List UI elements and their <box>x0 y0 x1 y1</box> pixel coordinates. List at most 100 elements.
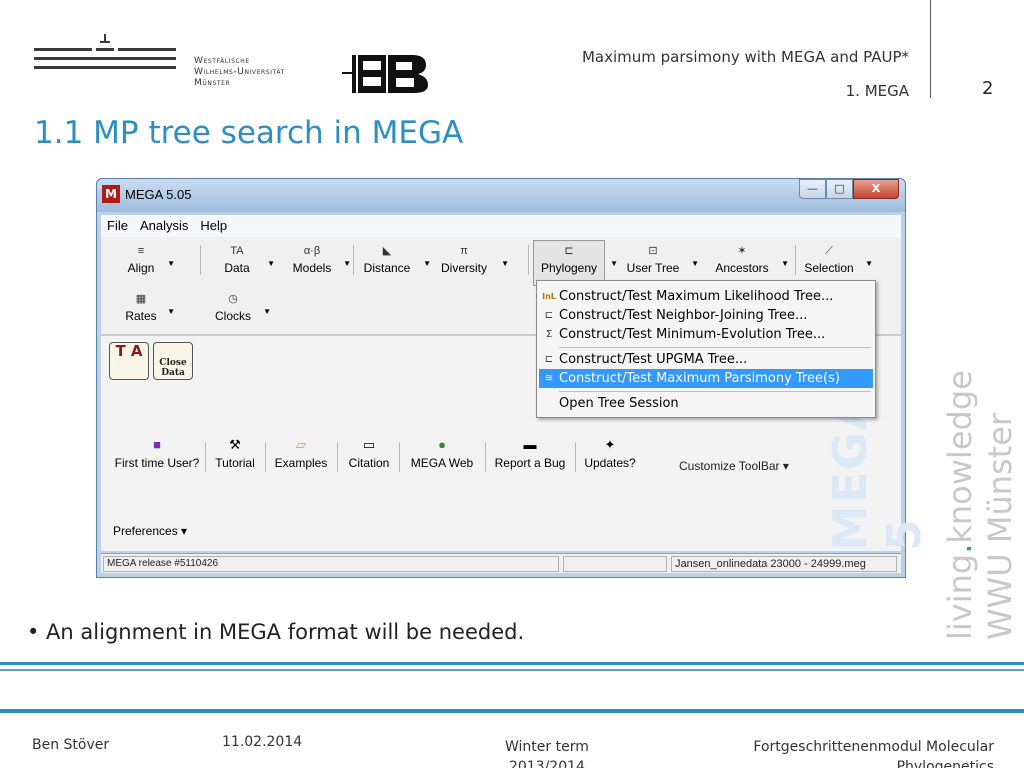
brand-wwu: WWU Münster <box>981 412 1019 640</box>
models-icon: α·β <box>303 245 321 257</box>
status-bar: MEGA release #5110426 Jansen_onlinedata … <box>101 553 901 573</box>
ieb-logo <box>342 51 428 97</box>
report-bug-button[interactable]: ▬ Report a Bug <box>489 434 571 470</box>
citation-button[interactable]: ▭ Citation <box>343 434 395 470</box>
university-emblem-icon <box>34 34 176 69</box>
menu-item-upgma[interactable]: ⊏ Construct/Test UPGMA Tree... <box>539 350 873 369</box>
menu-item-label: Open Tree Session <box>559 396 679 411</box>
chevron-down-icon[interactable]: ▼ <box>263 307 271 316</box>
menu-help[interactable]: Help <box>194 215 233 236</box>
footer-term-line-1: Winter term <box>505 739 589 755</box>
launch-bar: ■ First time User? ⚒ Tutorial ▱ Examples ▭ C… <box>101 434 901 494</box>
toolbar-clocks-button[interactable]: ◷ Clocks ▼ <box>209 289 271 333</box>
ml-tree-icon: InL <box>542 292 556 301</box>
menu-item-maximum-likelihood[interactable]: InL Construct/Test Maximum Likelihood Tre… <box>539 287 873 306</box>
university-logo: Westfälische Wilhelms-Universität Münste… <box>34 32 284 96</box>
toolbar-separator <box>528 245 529 275</box>
toolbar-phylogeny-label: Phylogeny <box>540 261 598 275</box>
toolbar-data-button[interactable]: TA Data ▼ <box>213 241 275 285</box>
first-time-user-button[interactable]: ■ First time User? <box>113 434 201 470</box>
slide-title: 1.1 MP tree search in MEGA <box>34 115 464 151</box>
maximize-button[interactable]: □ <box>826 179 853 199</box>
minimize-button[interactable]: — <box>799 179 826 199</box>
menu-item-minimum-evolution[interactable]: Σ Construct/Test Minimum-Evolution Tree..… <box>539 325 873 344</box>
chevron-down-icon[interactable]: ▼ <box>167 259 175 268</box>
customize-toolbar-button[interactable]: Customize ToolBar ▾ <box>679 459 789 473</box>
toolbar-rates-button[interactable]: ▦ Rates ▼ <box>121 289 175 333</box>
tutorial-button[interactable]: ⚒ Tutorial <box>211 434 259 470</box>
chevron-down-icon[interactable]: ▼ <box>501 259 509 268</box>
toolbar-selection-button[interactable]: ⟋ Selection ▼ <box>799 241 873 285</box>
toolbar-models-button[interactable]: α·β Models ▼ <box>287 241 351 285</box>
chevron-down-icon[interactable]: ▼ <box>781 259 789 268</box>
close-data-line-1: Close <box>159 358 187 368</box>
chevron-down-icon[interactable]: ▼ <box>691 259 699 268</box>
ta-button[interactable]: T A <box>109 342 149 380</box>
chevron-down-icon[interactable]: ▼ <box>267 259 275 268</box>
launch-separator <box>265 442 266 472</box>
launch-separator <box>205 442 206 472</box>
mega-web-button[interactable]: ● MEGA Web <box>405 434 479 470</box>
header-section: 1. MEGA <box>845 82 909 100</box>
toolbar-distance-button[interactable]: ◣ Distance ▼ <box>357 241 431 285</box>
menu-item-label: Construct/Test Maximum Parsimony Tree(s) <box>559 371 840 386</box>
toolbar-usertree-button[interactable]: ⊡ User Tree ▼ <box>621 241 699 285</box>
menu-item-neighbor-joining[interactable]: ⊏ Construct/Test Neighbor-Joining Tree... <box>539 306 873 325</box>
window-titlebar[interactable]: M MEGA 5.05 — □ X <box>97 179 905 212</box>
phylogeny-dropdown-menu: InL Construct/Test Maximum Likelihood Tre… <box>536 280 876 418</box>
chevron-down-icon[interactable]: ▼ <box>865 259 873 268</box>
menu-item-label: Construct/Test Neighbor-Joining Tree... <box>559 308 808 323</box>
chevron-down-icon[interactable]: ▼ <box>343 259 351 268</box>
chevron-down-icon[interactable]: ▼ <box>423 259 431 268</box>
window-title: MEGA 5.05 <box>125 187 192 202</box>
toolbar-distance-label: Distance <box>363 261 411 275</box>
menu-item-open-tree-session[interactable]: Open Tree Session <box>539 394 873 413</box>
menu-analysis[interactable]: Analysis <box>134 215 194 236</box>
data-icon: TA <box>230 245 244 257</box>
toolbar-selection-label: Selection <box>804 261 854 275</box>
menu-item-maximum-parsimony[interactable]: ≋ Construct/Test Maximum Parsimony Tree(s… <box>539 369 873 388</box>
toolbar-separator <box>200 245 201 275</box>
upgma-tree-icon: ⊏ <box>544 354 554 365</box>
menu-file[interactable]: File <box>101 215 134 236</box>
citation-label: Citation <box>348 456 390 470</box>
clocks-icon: ◷ <box>228 293 238 305</box>
toolbar-data-label: Data <box>224 261 250 275</box>
footer-course-line-2: Phylogenetics <box>896 759 994 768</box>
tutorial-label: Tutorial <box>215 456 255 470</box>
toolbar-separator <box>795 245 796 275</box>
close-button[interactable]: X <box>853 179 899 199</box>
diversity-icon: π <box>460 245 468 257</box>
launch-separator <box>575 442 576 472</box>
brand-knowledge: knowledge <box>941 370 979 544</box>
menu-separator <box>559 391 871 392</box>
chevron-down-icon[interactable]: ▼ <box>610 259 618 268</box>
align-icon: ≡ <box>137 245 145 257</box>
toolbar-align-button[interactable]: ≡ Align ▼ <box>121 241 175 285</box>
close-data-line-2: Data <box>161 368 185 378</box>
toolbar-diversity-button[interactable]: π Diversity ▼ <box>433 241 509 285</box>
caption-buttons: — □ X <box>799 179 899 200</box>
menu-separator <box>559 347 871 348</box>
updates-button[interactable]: ✦ Updates? <box>579 434 641 470</box>
examples-button[interactable]: ▱ Examples <box>271 434 331 470</box>
launch-separator <box>485 442 486 472</box>
toolbar-align-label: Align <box>127 261 155 275</box>
distance-icon: ◣ <box>382 245 392 257</box>
rates-icon: ▦ <box>135 293 147 305</box>
updates-label: Updates? <box>584 456 636 470</box>
preferences-button[interactable]: Preferences ▾ <box>113 524 187 538</box>
mp-tree-icon: ≋ <box>544 373 554 384</box>
brand-dot: . <box>941 543 979 554</box>
toolbar-separator <box>353 245 354 275</box>
menu-item-label: Construct/Test Maximum Likelihood Tree..… <box>559 289 834 304</box>
footer-term: Winter term 2013/2014 <box>505 737 589 768</box>
university-line-1: Westfälische <box>194 56 250 66</box>
chevron-down-icon[interactable]: ▼ <box>167 307 175 316</box>
footer-course: Fortgeschrittenenmodul Molecular Phyloge… <box>753 737 994 768</box>
close-data-button[interactable]: Close Data <box>153 342 193 380</box>
footer-rule <box>0 669 1024 671</box>
toolbar-ancestors-button[interactable]: ✶ Ancestors ▼ <box>709 241 789 285</box>
document-icon: ▭ <box>362 437 376 452</box>
examples-label: Examples <box>274 456 328 470</box>
